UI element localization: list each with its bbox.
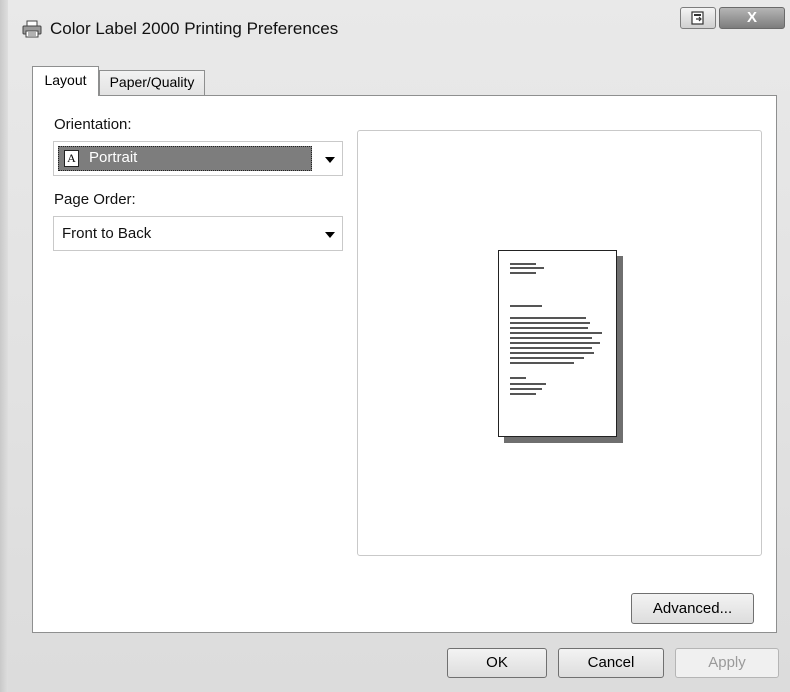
- page-preview-line: [510, 332, 602, 334]
- tab-paper-quality[interactable]: Paper/Quality: [99, 70, 205, 95]
- page-order-value: Front to Back: [62, 225, 152, 242]
- orientation-value: Portrait: [89, 149, 138, 166]
- layout-tab-panel: Orientation: A Portrait Page Order: Fron…: [32, 95, 777, 633]
- page-preview-line: [510, 305, 542, 307]
- page-preview-line: [510, 352, 594, 354]
- restore-icon: [691, 11, 704, 25]
- page-order-dropdown[interactable]: Front to Back: [53, 216, 343, 251]
- tab-layout-label: Layout: [44, 72, 87, 88]
- page-preview-line: [510, 327, 588, 329]
- page-preview-icon: [498, 250, 617, 437]
- page-preview-line: [510, 267, 544, 269]
- orientation-selected-value: A Portrait: [58, 146, 312, 171]
- restore-button[interactable]: [680, 7, 716, 29]
- layout-preview-frame: [357, 130, 762, 556]
- window-frame-edge: [0, 0, 8, 692]
- page-preview-line: [510, 388, 542, 390]
- page-preview-line: [510, 322, 590, 324]
- printing-preferences-window: Color Label 2000 Printing Preferences X …: [0, 0, 790, 692]
- page-preview-line: [510, 383, 546, 385]
- page-preview-line: [510, 357, 584, 359]
- page-preview-line: [510, 317, 586, 319]
- apply-button[interactable]: Apply: [675, 648, 779, 678]
- page-order-label: Page Order:: [54, 191, 136, 208]
- window-title: Color Label 2000 Printing Preferences: [50, 19, 339, 38]
- page-preview-line: [510, 263, 536, 265]
- portrait-page-icon: A: [64, 150, 79, 167]
- page-preview-line: [510, 272, 536, 274]
- chevron-down-icon: [325, 232, 335, 238]
- page-preview-line: [510, 362, 574, 364]
- advanced-button[interactable]: Advanced...: [631, 593, 754, 624]
- tab-paper-quality-label: Paper/Quality: [109, 74, 195, 90]
- page-preview-line: [510, 393, 536, 395]
- cancel-button[interactable]: Cancel: [558, 648, 664, 678]
- page-preview-line: [510, 377, 526, 379]
- ok-button[interactable]: OK: [447, 648, 547, 678]
- orientation-label: Orientation:: [54, 116, 132, 133]
- tab-layout[interactable]: Layout: [32, 66, 99, 96]
- close-icon: X: [746, 9, 757, 26]
- title-bar[interactable]: Color Label 2000 Printing Preferences X: [0, 0, 790, 50]
- chevron-down-icon: [325, 157, 335, 163]
- close-button[interactable]: X: [719, 7, 785, 29]
- orientation-dropdown[interactable]: A Portrait: [53, 141, 343, 176]
- page-preview-line: [510, 337, 592, 339]
- page-preview-line: [510, 342, 600, 344]
- page-preview-line: [510, 347, 592, 349]
- printer-icon: [22, 20, 42, 38]
